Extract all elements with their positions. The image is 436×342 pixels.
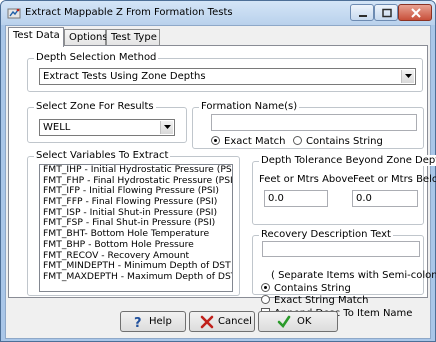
cancel-x-icon bbox=[200, 315, 214, 329]
depth-selection-group: Depth Selection Method Extract Tests Usi… bbox=[27, 52, 423, 92]
depth-selection-dropdown[interactable]: Extract Tests Using Zone Depths bbox=[39, 68, 416, 85]
feet-below-field[interactable] bbox=[352, 190, 418, 207]
tab-test-type[interactable]: Test Type bbox=[106, 29, 160, 46]
svg-text:?: ? bbox=[134, 316, 142, 329]
ok-button-label: OK bbox=[297, 316, 312, 327]
help-button[interactable]: ? Help bbox=[120, 311, 186, 332]
formation-label: Formation Name(s) bbox=[199, 101, 300, 112]
variables-group: Select Variables To Extract FMT_IHP - In… bbox=[27, 150, 240, 296]
recovery-exact-string-match-radio[interactable]: Exact String Match bbox=[261, 295, 369, 306]
recovery-note: ( Separate Items with Semi-colon ) bbox=[271, 270, 436, 281]
radio-label: Exact Match bbox=[224, 136, 286, 147]
recovery-text-field[interactable] bbox=[262, 241, 420, 257]
question-mark-icon: ? bbox=[131, 315, 145, 331]
minimize-button[interactable] bbox=[350, 4, 374, 21]
formation-contains-string-radio[interactable]: Contains String bbox=[293, 136, 383, 147]
variables-listbox[interactable]: FMT_IHP - Initial Hydrostatic Pressure (… bbox=[39, 164, 233, 292]
tab-options[interactable]: Options bbox=[64, 29, 108, 46]
dialog-window: Extract Mappable Z From Formation Tests … bbox=[0, 0, 436, 342]
recovery-text-input[interactable] bbox=[263, 242, 419, 256]
maximize-button[interactable] bbox=[374, 4, 398, 21]
feet-above-label: Feet or Mtrs Above bbox=[259, 174, 354, 185]
recovery-label: Recovery Description Text bbox=[259, 229, 393, 240]
feet-above-input[interactable] bbox=[265, 191, 327, 206]
radio-label: Exact String Match bbox=[274, 295, 369, 306]
radio-unselected-icon bbox=[261, 295, 270, 304]
feet-below-input[interactable] bbox=[353, 191, 417, 206]
radio-label: Contains String bbox=[306, 136, 383, 147]
depth-selection-value: Extract Tests Using Zone Depths bbox=[43, 71, 206, 82]
close-icon bbox=[411, 8, 421, 18]
depth-selection-label: Depth Selection Method bbox=[34, 52, 159, 63]
list-item[interactable]: FMT_MAXDEPTH - Maximum Depth of DST bbox=[40, 271, 232, 283]
variables-label: Select Variables To Extract bbox=[34, 150, 171, 161]
zone-dropdown[interactable]: WELL bbox=[39, 119, 175, 136]
tolerance-label: Depth Tolerance Beyond Zone Depths bbox=[259, 155, 436, 166]
radio-unselected-icon bbox=[293, 136, 302, 145]
test-data-panel: Depth Selection Method Extract Tests Usi… bbox=[8, 45, 436, 298]
feet-below-label: Feet or Mtrs Below bbox=[353, 174, 436, 185]
window-icon bbox=[7, 6, 21, 20]
checkmark-icon bbox=[277, 315, 291, 329]
formation-name-input[interactable] bbox=[212, 115, 416, 130]
zone-value: WELL bbox=[43, 122, 71, 133]
radio-selected-icon bbox=[261, 283, 270, 292]
dropdown-arrow[interactable] bbox=[401, 70, 414, 83]
maximize-icon bbox=[382, 8, 392, 18]
list-item[interactable]: FMT_BHP - Bottom Hole Pressure bbox=[40, 239, 232, 251]
chevron-down-icon bbox=[405, 74, 412, 78]
tolerance-group: Depth Tolerance Beyond Zone Depths Feet … bbox=[252, 155, 436, 225]
ok-button[interactable]: OK bbox=[258, 311, 338, 332]
tab-test-data[interactable]: Test Data bbox=[8, 27, 64, 47]
minimize-icon bbox=[359, 15, 367, 17]
title-bar[interactable]: Extract Mappable Z From Formation Tests bbox=[1, 1, 435, 25]
cancel-button-label: Cancel bbox=[218, 316, 252, 327]
radio-selected-icon bbox=[211, 136, 220, 145]
chevron-down-icon bbox=[164, 125, 171, 129]
cancel-button[interactable]: Cancel bbox=[189, 311, 255, 332]
radio-label: Contains String bbox=[274, 283, 351, 294]
formation-exact-match-radio[interactable]: Exact Match bbox=[211, 136, 285, 147]
close-button[interactable] bbox=[398, 4, 432, 21]
recovery-contains-string-radio[interactable]: Contains String bbox=[261, 283, 351, 294]
formation-name-field[interactable] bbox=[211, 114, 417, 131]
zone-label: Select Zone For Results bbox=[34, 101, 156, 112]
dropdown-arrow[interactable] bbox=[160, 121, 173, 134]
feet-above-field[interactable] bbox=[264, 190, 328, 207]
help-button-label: Help bbox=[149, 316, 172, 327]
zone-group: Select Zone For Results WELL bbox=[27, 101, 187, 143]
formation-group: Formation Name(s) Exact Match Contains S… bbox=[192, 101, 424, 149]
window-title: Extract Mappable Z From Formation Tests bbox=[25, 7, 233, 18]
dialog-client-area: Test Data Options Test Type Depth Select… bbox=[5, 25, 436, 339]
